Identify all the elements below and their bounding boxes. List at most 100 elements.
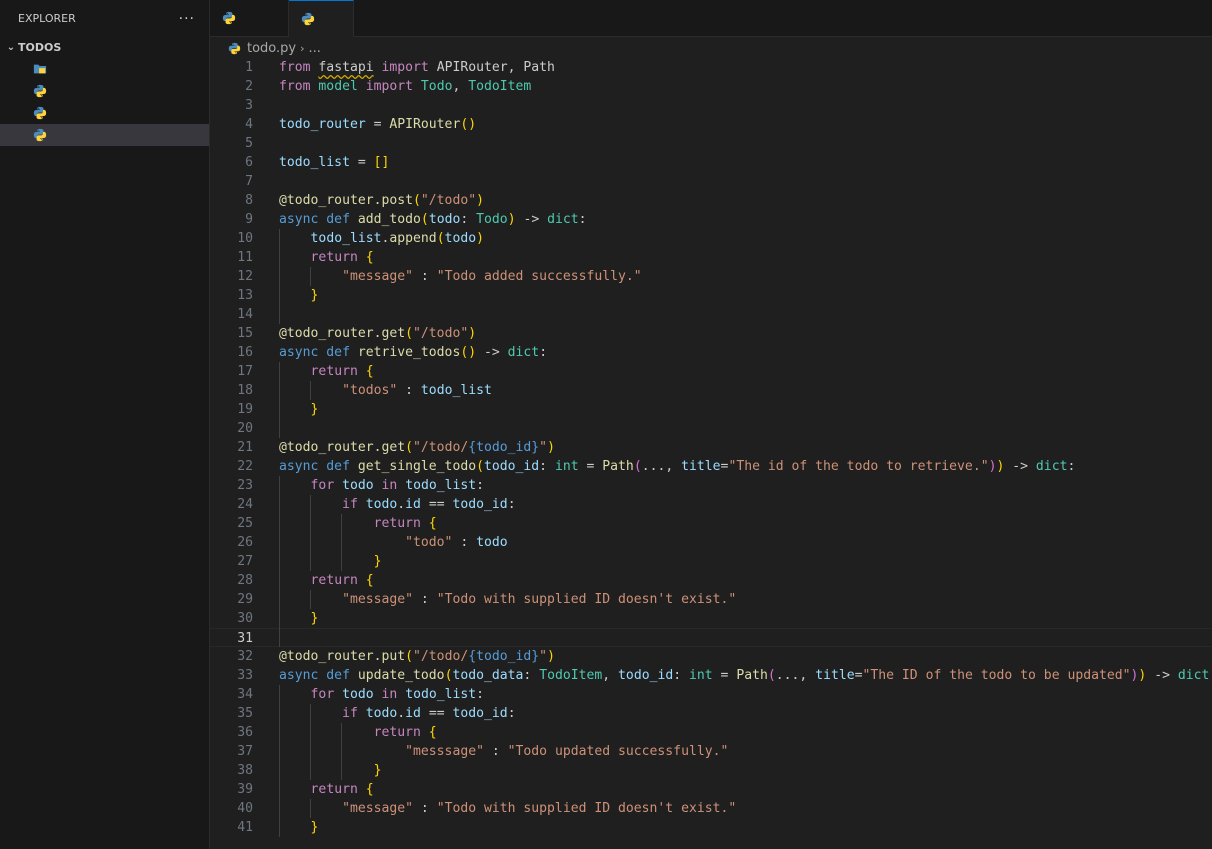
- code-line: 30 }: [210, 609, 1212, 628]
- code-token: return: [310, 364, 366, 379]
- line-number: 20: [237, 421, 253, 436]
- python-icon: [228, 42, 241, 54]
- line-number: 10: [237, 231, 253, 246]
- code-text: @todo_router.get("/todo/{todo_id}"): [279, 438, 555, 457]
- code-editor[interactable]: 1 from fastapi import APIRouter, Path 2 fro…: [210, 58, 1212, 849]
- code-text: @todo_router.put("/todo/{todo_id}"): [279, 647, 555, 666]
- tree-item[interactable]: [0, 58, 209, 80]
- indent-guide: [309, 799, 311, 818]
- code-token: (: [767, 668, 776, 683]
- code-token: todo: [342, 478, 374, 493]
- code-token: int: [689, 668, 713, 683]
- code-token: todo: [365, 497, 398, 512]
- code-text: }: [279, 761, 382, 780]
- code-token: return: [310, 573, 366, 588]
- code-line: 29 "message" : "Todo with supplied ID do…: [210, 590, 1212, 609]
- line-number: 19: [237, 402, 253, 417]
- code-text: async def retrive_todos() -> dict:: [279, 343, 547, 362]
- breadcrumb-file[interactable]: todo.py: [247, 41, 296, 56]
- code-token: {: [365, 250, 374, 265]
- code-line: 28 return {: [210, 571, 1212, 590]
- line-number: 8: [245, 193, 253, 208]
- code-token: async def: [279, 668, 358, 683]
- code-token: model: [318, 79, 358, 94]
- code-line: 18 "todos" : todo_list: [210, 381, 1212, 400]
- line-number: 3: [245, 98, 253, 113]
- code-text: "todos" : todo_list: [279, 381, 492, 400]
- code-line: 27 }: [210, 552, 1212, 571]
- line-number: 18: [237, 383, 253, 398]
- breadcrumb-symbol[interactable]: ...: [309, 41, 321, 56]
- code-token: "todo": [405, 535, 453, 550]
- code-line: 26 "todo" : todo: [210, 533, 1212, 552]
- code-token: import: [357, 79, 421, 94]
- code-token: dict: [547, 212, 579, 227]
- code-token: get_single_todo: [357, 459, 477, 474]
- code-token: }: [310, 820, 319, 835]
- code-token: dict: [1035, 459, 1068, 474]
- code-token: todo_list: [405, 478, 477, 493]
- editor-tab[interactable]: [289, 0, 354, 37]
- code-token: ...,: [775, 668, 816, 683]
- code-line: 31: [210, 628, 1212, 647]
- indent-guide: [309, 590, 311, 609]
- code-text: @todo_router.get("/todo"): [279, 324, 476, 343]
- code-line: 41 }: [210, 818, 1212, 837]
- code-token: todo_id: [452, 706, 508, 721]
- code-token: ): [547, 649, 555, 664]
- code-line: 35 if todo.id == todo_id:: [210, 704, 1212, 723]
- code-line: 11 return {: [210, 248, 1212, 267]
- line-number: 4: [245, 117, 253, 132]
- code-token: for: [310, 687, 343, 702]
- code-token: :: [413, 269, 437, 284]
- code-text: }: [279, 609, 319, 628]
- line-number: 7: [245, 174, 253, 189]
- code-token: ): [547, 440, 555, 455]
- line-number: 25: [237, 516, 253, 531]
- code-line: 37 "messsage" : "Todo updated successful…: [210, 742, 1212, 761]
- python-icon: [33, 128, 47, 142]
- code-token: ): [476, 193, 484, 208]
- code-token: TodoItem: [468, 79, 532, 94]
- code-token: "Todo updated successfully.": [507, 744, 729, 759]
- line-number: 21: [237, 440, 253, 455]
- code-token: (: [436, 231, 445, 246]
- code-text: "message" : "Todo added successfully.": [279, 267, 642, 286]
- code-token: :: [452, 535, 477, 550]
- more-actions-icon[interactable]: ···: [179, 11, 195, 27]
- tree-item[interactable]: [0, 102, 209, 124]
- line-number: 2: [245, 79, 253, 94]
- code-text: "message" : "Todo with supplied ID doesn…: [279, 590, 736, 609]
- code-text: @todo_router.post("/todo"): [279, 191, 484, 210]
- code-line: 10 todo_list.append(todo): [210, 229, 1212, 248]
- indent-guide: [309, 267, 311, 286]
- code-token: =: [349, 155, 374, 170]
- code-token: ): [507, 212, 516, 227]
- indent-guide: [279, 476, 280, 647]
- code-token: ->: [476, 345, 508, 360]
- code-token: :: [413, 801, 437, 816]
- folder-python-icon: [33, 64, 47, 74]
- folder-todos[interactable]: ⌄ TODOS: [0, 36, 209, 58]
- code-token: Todo: [476, 212, 508, 227]
- code-token: async def: [279, 459, 358, 474]
- code-token: Path: [736, 668, 768, 683]
- line-number: 12: [237, 269, 253, 284]
- code-text: async def update_todo (todo_data: TodoIte…: [279, 666, 1212, 685]
- indent-guide: [340, 723, 342, 780]
- tree-item[interactable]: [0, 80, 209, 102]
- code-token: todo: [342, 687, 374, 702]
- editor-tab[interactable]: [210, 0, 289, 36]
- code-token: (: [405, 649, 414, 664]
- code-token: todo_id: [483, 459, 540, 474]
- code-line: 40 "message" : "Todo with supplied ID do…: [210, 799, 1212, 818]
- line-number: 16: [237, 345, 253, 360]
- indent-guide: [279, 685, 280, 837]
- tree-item[interactable]: [0, 124, 209, 146]
